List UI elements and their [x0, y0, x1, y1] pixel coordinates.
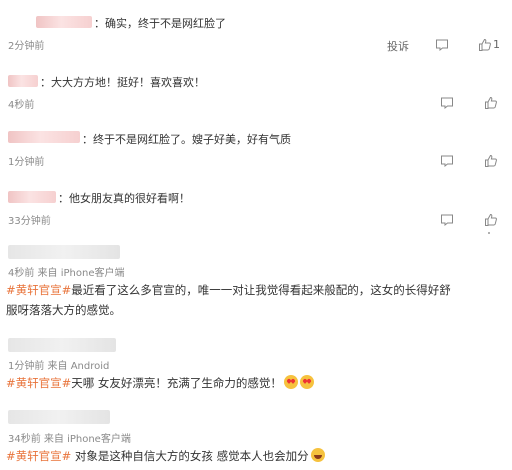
hashtag-link[interactable]: #黄轩官宣# [6, 376, 71, 390]
comment-text: ：大大方方地！挺好！喜欢喜欢！ [40, 76, 205, 89]
post-meta: 34秒前 来自 iPhone客户端 [8, 434, 131, 445]
post-text: 服呀落落大方的感觉。 [6, 303, 121, 317]
comment-time: 4秒前 [8, 100, 35, 111]
blurred-username [8, 245, 120, 259]
comment-icon[interactable] [440, 96, 454, 110]
like-count: 1 [493, 38, 500, 51]
comment-icon[interactable] [440, 213, 454, 227]
post-body: #黄轩官宣# 对象是这种自信大方的女孩 感觉本人也会加分 [6, 446, 325, 466]
blurred-username [8, 338, 116, 352]
comment-text: ：确实，终于不是网红脸了 [94, 17, 226, 30]
post-text: 最近看了这么多官宣的，唯一一对让我觉得看起来般配的，这女的长得好舒 [71, 283, 451, 297]
thumbs-up-icon[interactable] [484, 213, 498, 227]
love-eyes-emoji [283, 375, 298, 389]
thumbs-up-icon[interactable] [478, 38, 492, 52]
post-body: #黄轩官宣#最近看了这么多官宣的，唯一一对让我觉得看起来般配的，这女的长得好舒 [6, 280, 451, 300]
post-body: #黄轩官宣#天哪 女友好漂亮！充满了生命力的感觉！ [6, 373, 314, 393]
more-menu-dot[interactable] [488, 232, 490, 234]
comment-text: ：终于不是网红脸了。嫂子好美，好有气质 [82, 133, 291, 146]
comment-time: 1分钟前 [8, 157, 45, 168]
comment-icon[interactable] [440, 154, 454, 168]
blurred-username [8, 191, 56, 203]
post-meta: 1分钟前 来自 Android [8, 361, 110, 372]
blurred-username [8, 410, 110, 424]
hashtag-link[interactable]: #黄轩官宣# [6, 283, 71, 297]
post-body-cont: 服呀落落大方的感觉。 [6, 300, 121, 320]
report-button[interactable]: 投诉 [387, 38, 409, 54]
thumbs-up-icon[interactable] [484, 154, 498, 168]
post-text: 天哪 女友好漂亮！充满了生命力的感觉！ [71, 376, 282, 390]
comment-text: ：他女朋友真的很好看啊！ [58, 192, 190, 205]
post-meta: 4秒前 来自 iPhone客户端 [8, 268, 125, 279]
post-text: 对象是这种自信大方的女孩 感觉本人也会加分 [71, 449, 309, 463]
thumbs-up-icon[interactable] [484, 96, 498, 110]
comment-icon[interactable] [435, 38, 449, 52]
love-eyes-emoji [299, 375, 314, 389]
blurred-username [8, 75, 38, 87]
grin-emoji [310, 448, 325, 462]
comment-time: 33分钟前 [8, 216, 51, 227]
hashtag-link[interactable]: #黄轩官宣# [6, 449, 71, 463]
comment-time: 2分钟前 [8, 41, 45, 52]
blurred-username [8, 131, 80, 143]
blurred-username [36, 16, 92, 28]
